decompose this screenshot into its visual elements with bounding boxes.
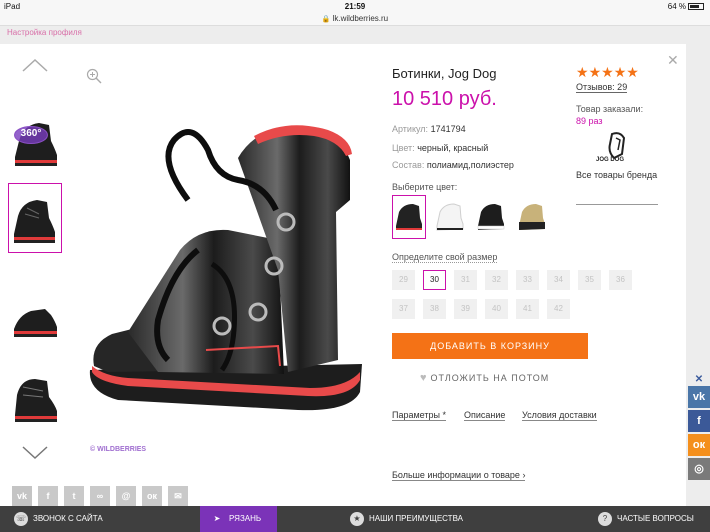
star-icon: ★ — [588, 64, 602, 80]
battery-icon — [688, 3, 704, 10]
size-option-37[interactable]: 37 — [392, 299, 415, 319]
call-back-button[interactable]: ☏ ЗВОНОК С САЙТА — [14, 506, 103, 532]
ios-status-bar: iPad 21:59 64 % — [0, 0, 710, 14]
instagram-icon[interactable]: ◎ — [688, 458, 710, 480]
more-info-label: Больше информации о товаре — [392, 470, 520, 480]
odnoklassniki-icon[interactable]: ок — [142, 486, 162, 506]
composition-row: Состав: полиамид,полиэстер — [392, 160, 514, 170]
watermark: © WILDBERRIES — [90, 446, 147, 453]
vk-icon[interactable]: vk — [688, 386, 710, 408]
lock-icon: 🔒 — [321, 16, 331, 23]
postpone-button[interactable]: ♥ ОТЛОЖИТЬ НА ПОТОМ — [420, 372, 549, 384]
faq-label: ЧАСТЫЕ ВОПРОСЫ — [617, 514, 694, 523]
advantages-label: НАШИ ПРЕИМУЩЕСТВА — [369, 514, 463, 523]
ordered-value: 89 раз — [576, 116, 603, 126]
url-text: lk.wildberries.ru — [332, 14, 389, 23]
advantages-button[interactable]: ★ НАШИ ПРЕИМУЩЕСТВА — [350, 506, 463, 532]
email-icon[interactable]: ✉ — [168, 486, 188, 506]
thumbnail-4[interactable] — [8, 364, 62, 434]
product-title: Ботинки, Jog Dog — [392, 66, 497, 81]
tab-description[interactable]: Описание — [464, 410, 506, 421]
size-picker-label[interactable]: Определите свой размер — [392, 252, 498, 263]
chevron-down-icon[interactable] — [22, 446, 48, 460]
mail-icon[interactable]: @ — [116, 486, 136, 506]
more-info-link[interactable]: Больше информации о товаре › — [392, 470, 526, 481]
star-icon: ★ — [601, 64, 614, 80]
city-selector-label[interactable]: ➤ РЯЗАНЬ — [210, 506, 262, 532]
composition-label: Состав: — [392, 160, 425, 170]
battery-indicator: 64 % — [668, 2, 704, 11]
product-main-image[interactable] — [88, 120, 373, 430]
address-bar[interactable]: 🔒 lk.wildberries.ru — [0, 14, 710, 26]
add-to-cart-button[interactable]: ДОБАВИТЬ В КОРЗИНУ — [392, 333, 588, 359]
size-option-35[interactable]: 35 — [578, 270, 601, 290]
product-price: 10 510 руб. — [392, 88, 497, 110]
thumbnail-2[interactable] — [8, 183, 62, 253]
size-option-29[interactable]: 29 — [392, 270, 415, 290]
city-name: РЯЗАНЬ — [229, 514, 262, 523]
star-icon: ★ — [576, 64, 589, 80]
twitter-icon[interactable]: t — [64, 486, 84, 506]
tab-parameters[interactable]: Параметры * — [392, 410, 446, 421]
star-icon: ★ — [626, 64, 639, 80]
color-value: черный, красный — [417, 143, 489, 153]
postpone-label: ОТЛОЖИТЬ НА ПОТОМ — [430, 373, 550, 383]
rating-stars: ★★★★★ — [576, 64, 639, 81]
article-row: Артикул: 1741794 — [392, 124, 466, 134]
size-option-34[interactable]: 34 — [547, 270, 570, 290]
facebook-icon[interactable]: f — [38, 486, 58, 506]
star-icon: ★ — [613, 64, 627, 80]
size-option-36[interactable]: 36 — [609, 270, 632, 290]
location-arrow-icon: ➤ — [213, 513, 221, 523]
clock: 21:59 — [344, 2, 366, 11]
size-option-41[interactable]: 41 — [516, 299, 539, 319]
link-icon[interactable]: ∞ — [90, 486, 110, 506]
color-swatch-gold-black[interactable] — [515, 195, 549, 239]
size-option-30[interactable]: 30 — [423, 270, 446, 290]
color-picker-label: Выберите цвет: — [392, 182, 458, 192]
chevron-right-icon: › — [522, 470, 526, 480]
color-swatch-black-white[interactable] — [474, 195, 508, 239]
bottom-bar: ☏ ЗВОНОК С САЙТА ➤ РЯЗАНЬ ★ НАШИ ПРЕИМУЩЕСТ… — [0, 506, 710, 532]
size-option-38[interactable]: 38 — [423, 299, 446, 319]
ordered-label: Товар заказали: — [576, 104, 644, 114]
size-option-40[interactable]: 40 — [485, 299, 508, 319]
phone-icon: ☏ — [14, 511, 28, 526]
star-icon: ★ — [350, 511, 364, 526]
size-option-31[interactable]: 31 — [454, 270, 477, 290]
facebook-icon[interactable]: f — [688, 410, 710, 432]
article-label: Артикул: — [392, 124, 429, 134]
close-icon[interactable]: ✕ — [667, 52, 679, 69]
size-option-32[interactable]: 32 — [485, 270, 508, 290]
color-row: Цвет: черный, красный — [392, 143, 488, 153]
battery-percent: 64 % — [667, 2, 686, 11]
thumbnail-3[interactable] — [8, 280, 62, 350]
composition-value: полиамид,полиэстер — [426, 160, 514, 170]
chevron-up-icon[interactable] — [22, 58, 48, 72]
brand-name: JOG DOG — [596, 157, 625, 163]
tab-delivery[interactable]: Условия доставки — [522, 410, 597, 421]
odnoklassniki-icon[interactable]: ок — [688, 434, 710, 456]
zoom-icon[interactable] — [86, 68, 102, 84]
color-swatch-white[interactable] — [433, 195, 467, 239]
divider — [576, 204, 658, 205]
color-swatch-black-red[interactable] — [392, 195, 426, 239]
size-option-42[interactable]: 42 — [547, 299, 570, 319]
color-label: Цвет: — [392, 143, 415, 153]
question-icon: ? — [598, 511, 612, 526]
breadcrumb[interactable]: Настройка профиля — [7, 28, 82, 37]
faq-button[interactable]: ? ЧАСТЫЕ ВОПРОСЫ — [598, 506, 694, 532]
collapse-arrow-icon[interactable]: ✕ — [688, 374, 710, 386]
360-view-badge[interactable]: 360° — [14, 126, 48, 144]
size-option-33[interactable]: 33 — [516, 270, 539, 290]
reviews-link[interactable]: Отзывов: 29 — [576, 82, 628, 93]
all-brand-link[interactable]: Все товары бренда — [576, 170, 657, 180]
vk-icon[interactable]: vk — [12, 486, 32, 506]
heart-icon: ♥ — [420, 372, 428, 384]
article-value: 1741794 — [430, 124, 466, 134]
call-back-label: ЗВОНОК С САЙТА — [33, 514, 103, 523]
size-option-39[interactable]: 39 — [454, 299, 477, 319]
